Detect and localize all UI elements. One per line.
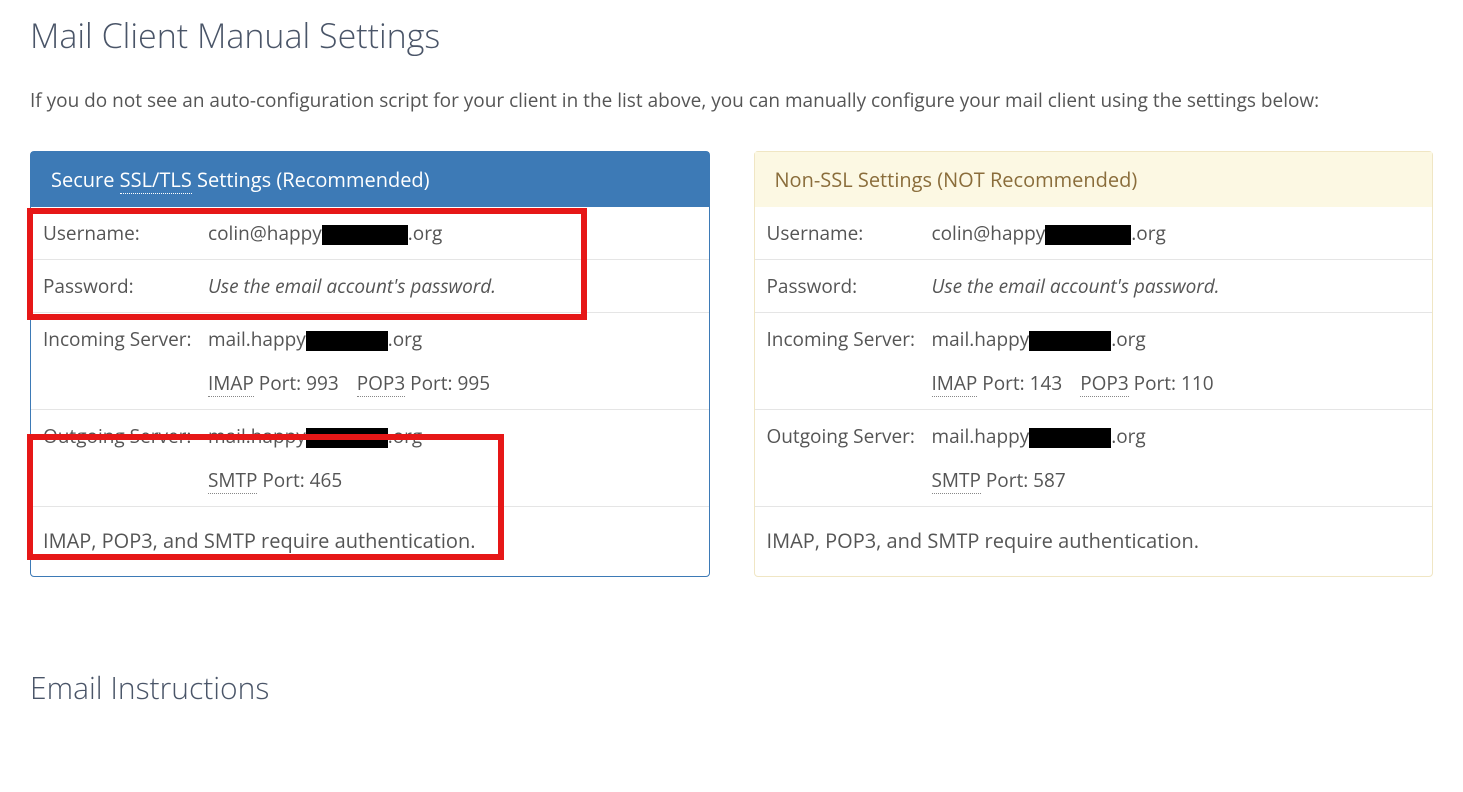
outgoing-row: Outgoing Server: mail.happy.org SMTP Por… [755, 410, 1433, 507]
redacted-box [306, 428, 388, 448]
imap-port: Port: 143 [977, 370, 1062, 396]
ssl-tls-abbr: SSL/TLS [120, 166, 192, 194]
ssl-panel: Secure SSL/TLS Settings (Recommended) Us… [30, 151, 710, 577]
username-value: colin@happy.org [932, 220, 1421, 246]
smtp-port: Port: 587 [981, 467, 1066, 493]
redacted-box [322, 225, 408, 245]
pop3-port: Port: 995 [405, 370, 490, 396]
auth-note: IMAP, POP3, and SMTP require authenticat… [755, 507, 1433, 576]
outgoing-ports: SMTP Port: 465 [208, 467, 697, 493]
redacted-box [1045, 225, 1131, 245]
ssl-panel-header: Secure SSL/TLS Settings (Recommended) [31, 152, 709, 207]
redacted-box [1029, 428, 1111, 448]
incoming-row: Incoming Server: mail.happy.org IMAP Por… [31, 313, 709, 410]
outgoing-value: mail.happy.org SMTP Port: 465 [208, 423, 697, 493]
password-label: Password: [43, 273, 208, 299]
intro-text: If you do not see an auto-configuration … [30, 86, 1433, 115]
imap-abbr: IMAP [208, 370, 254, 397]
username-row: Username: colin@happy.org [31, 207, 709, 260]
nossl-panel: Non-SSL Settings (NOT Recommended) Usern… [754, 151, 1434, 577]
smtp-abbr: SMTP [208, 467, 257, 494]
header-text-pre: Secure [51, 166, 120, 193]
password-row: Password: Use the email account's passwo… [31, 260, 709, 313]
password-label: Password: [767, 273, 932, 299]
imap-port: Port: 993 [254, 370, 339, 396]
username-row: Username: colin@happy.org [755, 207, 1433, 260]
outgoing-ports: SMTP Port: 587 [932, 467, 1421, 493]
outgoing-row: Outgoing Server: mail.happy.org SMTP Por… [31, 410, 709, 507]
email-instructions-heading: Email Instructions [30, 667, 1433, 708]
incoming-value: mail.happy.org IMAP Port: 993POP3 Port: … [208, 326, 697, 396]
pop3-abbr: POP3 [357, 370, 406, 397]
imap-abbr: IMAP [932, 370, 978, 397]
smtp-port: Port: 465 [257, 467, 342, 493]
incoming-value: mail.happy.org IMAP Port: 143POP3 Port: … [932, 326, 1421, 396]
incoming-row: Incoming Server: mail.happy.org IMAP Por… [755, 313, 1433, 410]
username-label: Username: [767, 220, 932, 246]
nossl-panel-header: Non-SSL Settings (NOT Recommended) [755, 152, 1433, 207]
header-text-post: Settings (Recommended) [192, 166, 430, 193]
password-value: Use the email account's password. [208, 273, 697, 299]
incoming-label: Incoming Server: [43, 326, 208, 396]
outgoing-label: Outgoing Server: [43, 423, 208, 493]
password-value: Use the email account's password. [932, 273, 1421, 299]
pop3-abbr: POP3 [1080, 370, 1129, 397]
incoming-ports: IMAP Port: 993 POP3 Port: 995 [208, 370, 697, 396]
username-value: colin@happy.org [208, 220, 697, 246]
redacted-box [1029, 331, 1111, 351]
outgoing-label: Outgoing Server: [767, 423, 932, 493]
pop3-port: Port: 110 [1129, 370, 1214, 396]
page-title: Mail Client Manual Settings [30, 12, 1433, 58]
password-row: Password: Use the email account's passwo… [755, 260, 1433, 313]
auth-note: IMAP, POP3, and SMTP require authenticat… [31, 507, 709, 576]
settings-panels: Secure SSL/TLS Settings (Recommended) Us… [30, 151, 1433, 577]
redacted-box [306, 331, 388, 351]
username-label: Username: [43, 220, 208, 246]
incoming-label: Incoming Server: [767, 326, 932, 396]
incoming-ports: IMAP Port: 143 POP3 Port: 110 [932, 370, 1421, 396]
smtp-abbr: SMTP [932, 467, 981, 494]
outgoing-value: mail.happy.org SMTP Port: 587 [932, 423, 1421, 493]
